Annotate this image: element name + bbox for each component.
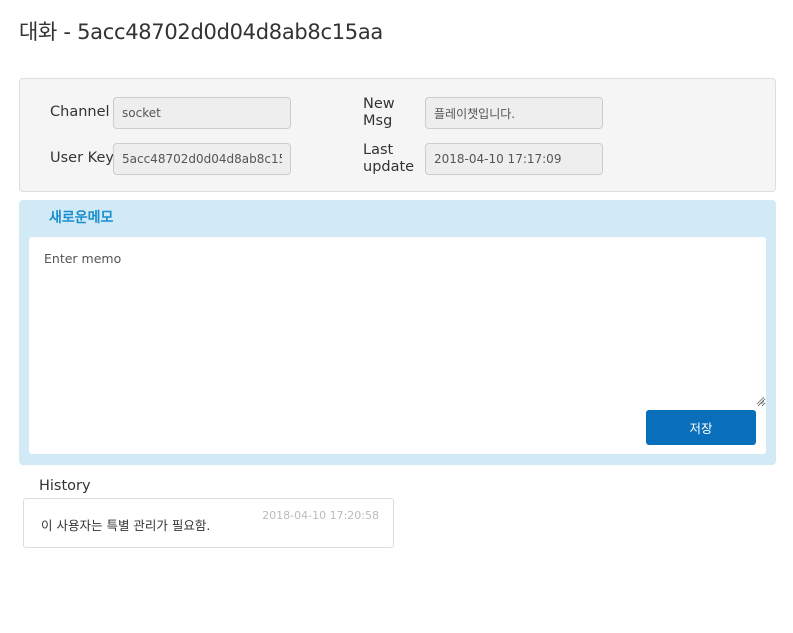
- history-heading: History: [39, 478, 91, 494]
- save-button[interactable]: 저장: [646, 410, 756, 445]
- conversation-info-panel: Channel User Key New Msg Last update: [19, 78, 776, 192]
- history-item: 이 사용자는 특별 관리가 필요함. 2018-04-10 17:20:58: [23, 498, 394, 548]
- channel-field[interactable]: [113, 97, 291, 129]
- last-update-label-line2: update: [363, 159, 415, 175]
- page-title: 대화 - 5acc48702d0d04d8ab8c15aa: [19, 20, 383, 44]
- new-msg-label-line1: New: [363, 96, 395, 112]
- last-update-field[interactable]: [425, 143, 603, 175]
- resize-grip-icon[interactable]: [756, 396, 764, 404]
- new-msg-label: New Msg: [363, 96, 395, 130]
- history-item-text: 이 사용자는 특별 관리가 필요함.: [41, 518, 211, 533]
- memo-input[interactable]: [29, 237, 766, 407]
- history-item-timestamp: 2018-04-10 17:20:58: [262, 509, 379, 522]
- new-memo-heading: 새로운메모: [49, 210, 114, 226]
- new-msg-field[interactable]: [425, 97, 603, 129]
- last-update-label: Last update: [363, 142, 414, 176]
- channel-label: Channel: [50, 104, 110, 120]
- new-memo-panel: 새로운메모 저장: [19, 200, 776, 465]
- user-key-field[interactable]: [113, 143, 291, 175]
- user-key-label: User Key: [50, 150, 114, 166]
- new-msg-label-line2: Msg: [363, 113, 393, 129]
- memo-body: 저장: [29, 237, 766, 454]
- last-update-label-line1: Last: [363, 142, 394, 158]
